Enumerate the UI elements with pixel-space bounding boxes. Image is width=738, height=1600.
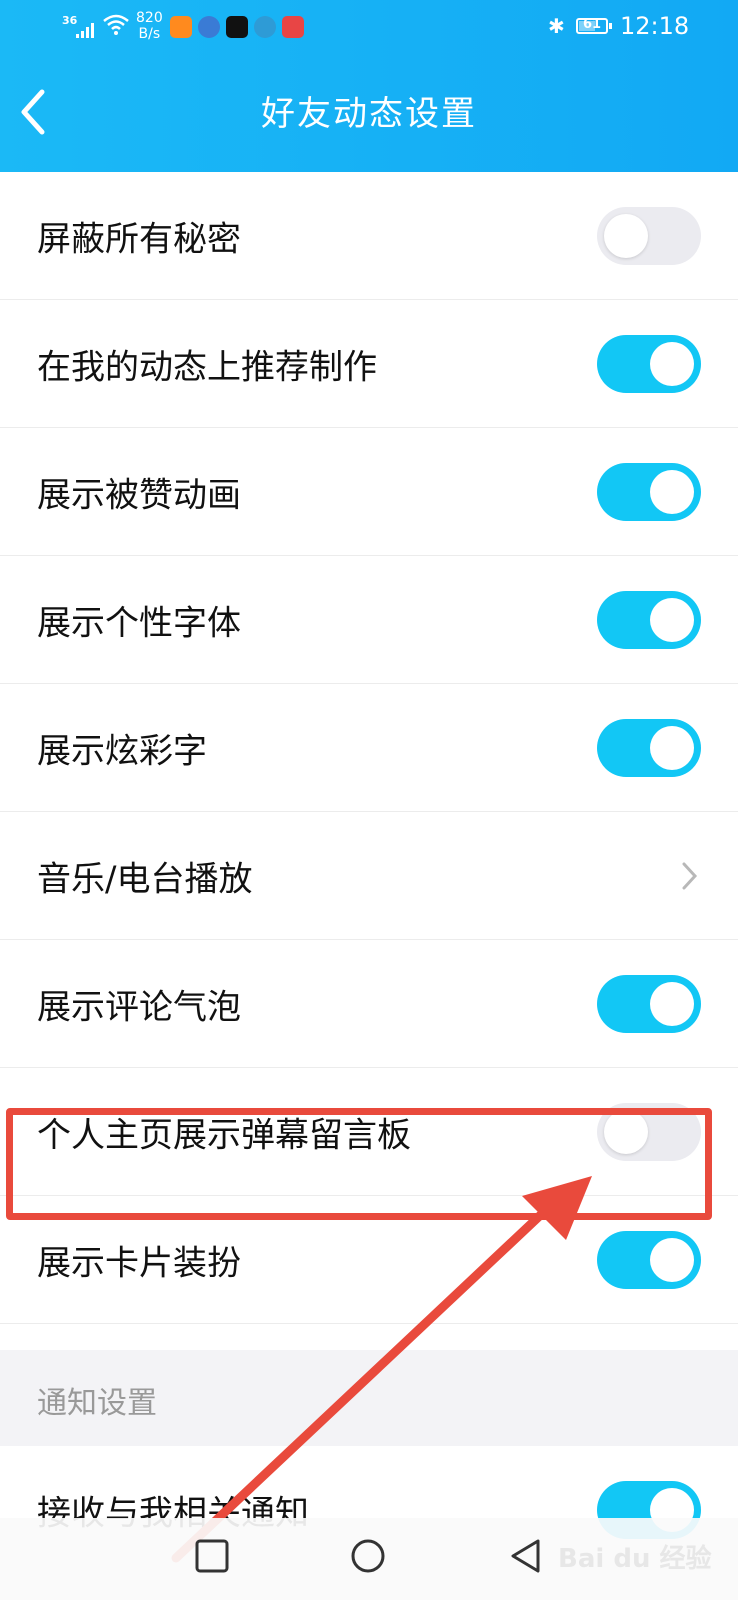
red-arrow-annotation: [171, 1176, 592, 1563]
watermark: Bai du 经验: [558, 1544, 712, 1574]
square-icon[interactable]: [194, 1538, 230, 1574]
circle-icon[interactable]: [350, 1538, 386, 1574]
triangle-back-icon[interactable]: [508, 1538, 544, 1574]
